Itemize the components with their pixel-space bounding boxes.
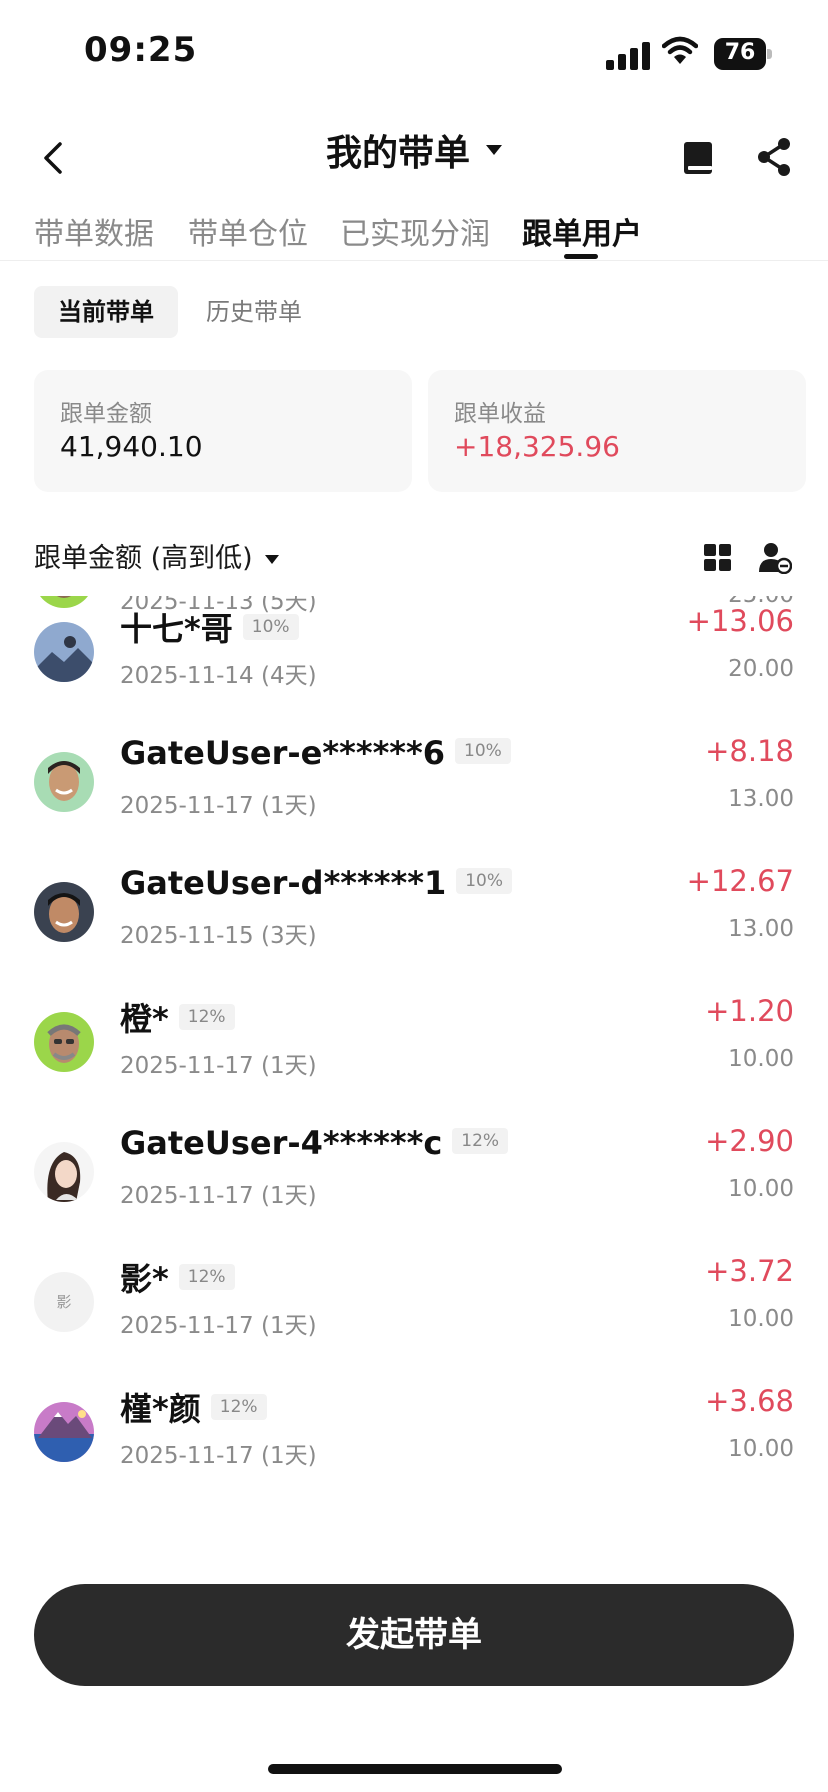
user-name-row: 十七*哥 10% <box>120 604 299 650</box>
follow-amount: 13.00 <box>728 916 794 942</box>
status-bar: 09:25 76 <box>0 0 828 110</box>
user-name-row: 槿*颜 12% <box>120 1384 267 1430</box>
user-name: GateUser-d******1 <box>120 864 447 902</box>
profit-share-badge: 12% <box>178 1264 235 1290</box>
follow-profit: +8.18 <box>705 734 794 768</box>
tab-realized-profit-share[interactable]: 已实现分润 <box>340 209 490 253</box>
follow-profit: +1.20 <box>705 994 794 1028</box>
avatar <box>34 882 94 942</box>
battery-level: 76 <box>724 40 756 65</box>
profit-share-badge: 12% <box>178 1004 235 1030</box>
tab-bar: 带单数据 带单仓位 已实现分润 跟单用户 <box>0 205 828 261</box>
home-indicator <box>268 1764 562 1774</box>
start-copy-trading-button[interactable]: 发起带单 <box>34 1584 794 1686</box>
avatar <box>34 1012 94 1072</box>
history-copy-segment[interactable]: 历史带单 <box>206 286 302 338</box>
user-name: 橙* <box>120 1000 169 1038</box>
share-icon <box>758 138 790 176</box>
tab-copy-data[interactable]: 带单数据 <box>34 209 154 253</box>
follow-amount: 10.00 <box>728 1176 794 1202</box>
user-name: GateUser-4******c <box>120 1124 443 1162</box>
follow-profit: +2.90 <box>705 1124 794 1158</box>
share-button[interactable] <box>752 132 796 182</box>
page-title: 我的带单 <box>325 133 470 174</box>
user-name: GateUser-e******6 <box>120 734 446 772</box>
follow-amount-label: 跟单金额 <box>60 401 152 427</box>
avatar <box>34 1402 94 1462</box>
user-remove-icon <box>759 543 793 575</box>
follow-date: 2025-11-17 (1天) <box>120 1053 317 1079</box>
list-item[interactable]: GateUser-4******c 12% 2025-11-17 (1天) +2.… <box>0 1116 828 1246</box>
cellular-signal-icon <box>606 40 650 70</box>
remove-follower-button[interactable] <box>758 540 793 575</box>
follow-amount-value: 41,940.10 <box>60 430 203 463</box>
user-name-row: 橙* 12% <box>120 994 235 1040</box>
user-name-row: GateUser-e******6 10% <box>120 734 511 772</box>
follow-amount: 10.00 <box>728 1306 794 1332</box>
avatar <box>34 1142 94 1202</box>
follow-profit-value: +18,325.96 <box>454 430 620 463</box>
follow-profit: +3.68 <box>705 1384 794 1418</box>
list-item[interactable]: GateUser-e******6 10% 2025-11-17 (1天) +8.… <box>0 726 828 856</box>
profit-share-badge: 12% <box>452 1128 509 1154</box>
follow-profit: +12.67 <box>686 864 794 898</box>
follow-amount: 13.00 <box>728 786 794 812</box>
follow-date: 2025-11-17 (1天) <box>120 1183 317 1209</box>
follow-date: 2025-11-17 (1天) <box>120 1313 317 1339</box>
profit-share-badge: 10% <box>455 738 511 764</box>
profit-share-badge: 12% <box>210 1394 267 1420</box>
user-name-row: 影* 12% <box>120 1254 235 1300</box>
sort-dropdown[interactable]: 跟单金额 (高到低) <box>34 536 279 576</box>
list-item[interactable]: 十七*哥 10% 2025-11-14 (4天) +13.06 20.00 <box>0 596 828 726</box>
follow-date: 2025-11-17 (1天) <box>120 793 317 819</box>
follow-amount-card: 跟单金额 41,940.10 <box>34 370 412 492</box>
profit-share-badge: 10% <box>242 614 299 640</box>
book-icon <box>684 142 712 174</box>
follow-amount: 10.00 <box>728 1046 794 1072</box>
avatar <box>34 752 94 812</box>
nav-bar: 我的带单 <box>0 110 828 210</box>
battery-icon: 76 <box>714 38 772 70</box>
current-copy-segment[interactable]: 当前带单 <box>34 286 178 338</box>
list-item[interactable]: 影 影* 12% 2025-11-17 (1天) +3.72 10.00 <box>0 1246 828 1376</box>
tab-followers[interactable]: 跟单用户 <box>522 209 642 253</box>
status-time: 09:25 <box>84 30 198 70</box>
avatar <box>34 622 94 682</box>
caret-down-icon <box>486 145 502 155</box>
follow-profit-label: 跟单收益 <box>454 401 546 427</box>
profit-share-badge: 10% <box>456 868 513 894</box>
follow-date: 2025-11-14 (4天) <box>120 663 317 689</box>
list-item[interactable]: 槿*颜 12% 2025-11-17 (1天) +3.68 10.00 <box>0 1376 828 1506</box>
follow-profit: +3.72 <box>705 1254 794 1288</box>
follow-profit: +13.06 <box>686 604 794 638</box>
follow-date: 2025-11-17 (1天) <box>120 1443 317 1469</box>
follow-date: 2025-11-15 (3天) <box>120 923 317 949</box>
user-name: 槿*颜 <box>120 1390 201 1428</box>
follow-amount: 10.00 <box>728 1436 794 1462</box>
tab-copy-positions[interactable]: 带单仓位 <box>188 209 308 253</box>
follow-profit-card: 跟单收益 +18,325.96 <box>428 370 806 492</box>
user-name: 影* <box>120 1260 169 1298</box>
avatar: 影 <box>34 1272 94 1332</box>
caret-down-icon <box>264 555 279 564</box>
active-tab-indicator <box>564 254 598 259</box>
follower-list: 2025-11-13 (5天) 25.00 十七*哥10% 2025-11-14… <box>0 596 828 1556</box>
avatar-initial: 影 <box>56 1293 72 1311</box>
user-name: 十七*哥 <box>120 610 233 648</box>
sort-label: 跟单金额 (高到低) <box>34 543 253 574</box>
user-name-row: GateUser-d******1 10% <box>120 864 513 902</box>
book-button[interactable] <box>678 132 718 182</box>
follow-amount: 20.00 <box>728 656 794 682</box>
list-item[interactable]: 橙* 12% 2025-11-17 (1天) +1.20 10.00 <box>0 986 828 1116</box>
user-name-row: GateUser-4******c 12% <box>120 1124 509 1162</box>
grid-view-button[interactable] <box>704 544 732 572</box>
list-item[interactable]: GateUser-d******1 10% 2025-11-15 (3天) +12… <box>0 856 828 986</box>
wifi-icon <box>661 36 699 70</box>
